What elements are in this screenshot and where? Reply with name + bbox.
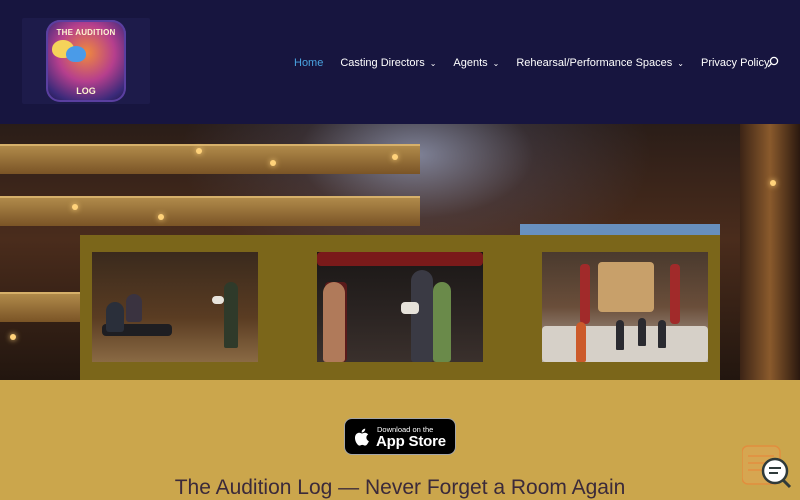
nav-item-home[interactable]: Home xyxy=(294,57,323,69)
lamp-light xyxy=(270,160,276,166)
balcony-tier xyxy=(0,196,420,226)
panel-person xyxy=(106,302,124,332)
balcony-tier xyxy=(0,292,80,322)
rehearsal-stage-photo[interactable] xyxy=(542,252,708,362)
chevron-down-icon: ⌄ xyxy=(429,58,437,68)
nav-label: Privacy Policy xyxy=(700,57,770,69)
actor-figure xyxy=(616,320,624,350)
nav-label: Agents xyxy=(453,57,488,69)
actor-figure xyxy=(433,282,451,362)
panel-person xyxy=(126,294,142,322)
site-logo[interactable]: THE AUDITION LOG xyxy=(22,18,150,104)
actor-figure xyxy=(323,282,345,362)
lamp-light xyxy=(196,148,202,154)
page-tagline: The Audition Log — Never Forget a Room A… xyxy=(174,476,626,499)
theater-interior xyxy=(598,262,654,312)
chat-search-icon[interactable] xyxy=(742,444,792,490)
nav-label: Rehearsal/Performance Spaces xyxy=(516,57,673,69)
scene-reading-photo[interactable] xyxy=(317,252,483,362)
curtain xyxy=(317,252,483,266)
actor-figure xyxy=(658,320,666,348)
script-page xyxy=(401,302,419,314)
actor-figure xyxy=(576,322,586,362)
lamp-light xyxy=(392,154,398,160)
chevron-down-icon: ⌄ xyxy=(677,58,684,68)
stage-floor xyxy=(542,326,708,362)
nav-label: Casting Directors xyxy=(340,57,425,69)
lamp-light xyxy=(158,214,164,220)
nav-item-privacy-policy[interactable]: Privacy Policy xyxy=(701,57,769,69)
actor-figure xyxy=(224,282,238,348)
audition-panel-photo[interactable] xyxy=(92,252,258,362)
main-nav: Home Casting Directors ⌄ Agents ⌄ Rehear… xyxy=(294,55,786,71)
lamp-light xyxy=(72,204,78,210)
lamp-light xyxy=(10,334,16,340)
nav-item-casting-directors[interactable]: Casting Directors ⌄ xyxy=(340,57,436,69)
curtain xyxy=(580,264,590,324)
nav-label: Home xyxy=(294,57,324,69)
logo-text-bottom: LOG xyxy=(76,86,96,96)
site-header: THE AUDITION LOG Home Casting Directors … xyxy=(0,0,800,124)
nav-item-agents[interactable]: Agents ⌄ xyxy=(453,57,499,69)
app-store-big-label: App Store xyxy=(376,433,446,450)
app-store-badge[interactable]: Download on the App Store xyxy=(344,418,456,455)
actor-figure xyxy=(411,270,433,362)
logo-text-top: THE AUDITION xyxy=(56,28,116,37)
script-page xyxy=(212,296,224,304)
photo-gallery xyxy=(80,235,720,380)
search-icon[interactable] xyxy=(767,56,779,68)
theater-column xyxy=(740,124,800,380)
balcony-tier xyxy=(0,144,420,174)
apple-icon xyxy=(354,428,369,446)
chevron-down-icon: ⌄ xyxy=(492,58,500,68)
actor-figure xyxy=(638,318,646,346)
lamp-light xyxy=(770,180,776,186)
curtain xyxy=(670,264,680,324)
nav-item-rehearsal-spaces[interactable]: Rehearsal/Performance Spaces ⌄ xyxy=(516,57,684,69)
tragedy-mask-icon xyxy=(66,46,86,62)
